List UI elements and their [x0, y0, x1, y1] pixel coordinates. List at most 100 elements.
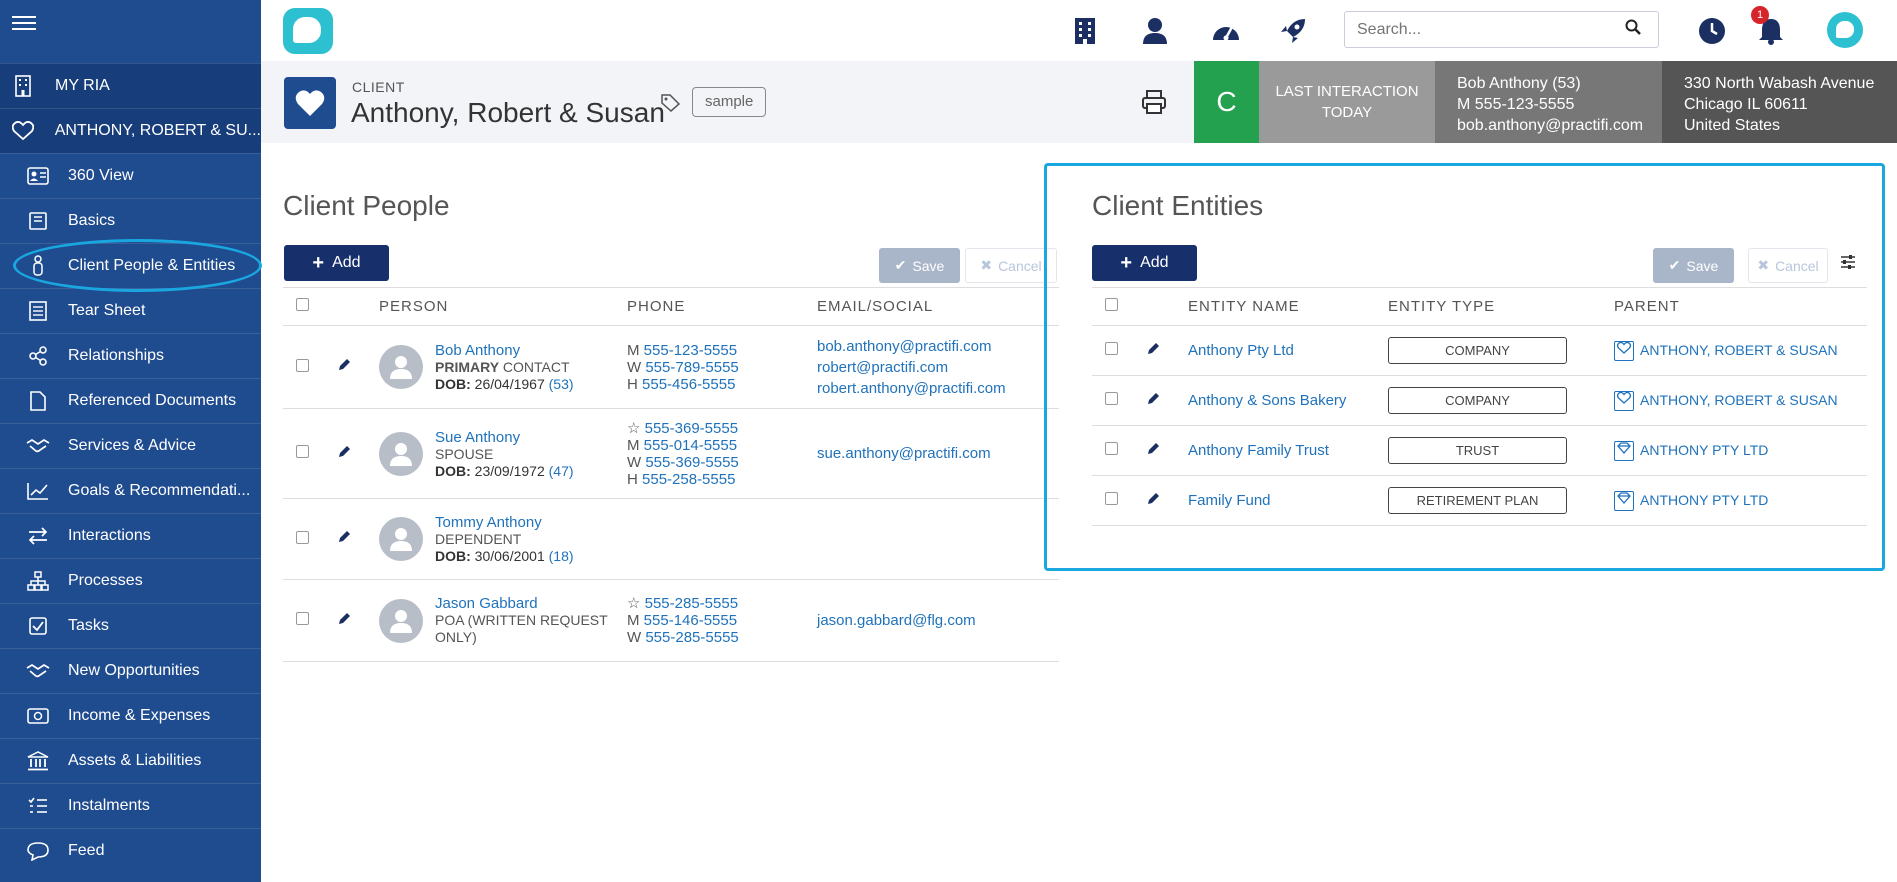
column-header[interactable]: PHONE	[627, 287, 817, 326]
add-person-button[interactable]: + Add	[284, 245, 389, 281]
tag-icon[interactable]	[661, 94, 681, 117]
phone-number[interactable]: 555-369-5555	[645, 420, 738, 437]
settings-sliders-icon[interactable]	[1840, 254, 1856, 275]
contact-phone[interactable]: M 555-123-5555	[1457, 94, 1662, 115]
email-link[interactable]: sue.anthony@practifi.com	[817, 443, 1059, 464]
row-checkbox[interactable]	[296, 530, 309, 544]
sidebar-item-relationships[interactable]: Relationships	[0, 333, 261, 378]
select-all-checkbox[interactable]	[296, 298, 309, 311]
edit-pencil-icon[interactable]	[1146, 442, 1160, 460]
person-name-link[interactable]: Sue Anthony	[435, 429, 615, 446]
phone-number[interactable]: 555-285-5555	[645, 629, 738, 646]
phone-number[interactable]: 555-369-5555	[645, 454, 738, 471]
print-icon[interactable]	[1141, 89, 1167, 120]
save-button[interactable]: ✔ Save	[1653, 248, 1734, 283]
table-row[interactable]: Jason Gabbard POA (WRITTEN REQUEST ONLY)…	[283, 579, 1059, 662]
phone-number[interactable]: 555-258-5555	[642, 471, 735, 488]
edit-pencil-icon[interactable]	[337, 445, 351, 463]
primary-contact: Bob Anthony (53) M 555-123-5555 bob.anth…	[1435, 61, 1662, 143]
column-header[interactable]: EMAIL/SOCIAL	[817, 287, 1059, 326]
edit-pencil-icon[interactable]	[1146, 392, 1160, 410]
edit-pencil-icon[interactable]	[337, 612, 351, 630]
row-checkbox[interactable]	[1105, 392, 1118, 405]
sidebar-item-tasks[interactable]: Tasks	[0, 603, 261, 648]
sidebar-item-my-ria[interactable]: MY RIA	[0, 63, 261, 108]
sidebar-item-tear-sheet[interactable]: Tear Sheet	[0, 288, 261, 333]
table-row[interactable]: Sue Anthony SPOUSE DOB: 23/09/1972 (47) …	[283, 408, 1059, 499]
sidebar-item-services-advice[interactable]: Services & Advice	[0, 423, 261, 468]
sidebar-item-referenced-documents[interactable]: Referenced Documents	[0, 378, 261, 423]
app-logo[interactable]	[283, 8, 333, 54]
column-header[interactable]: ENTITY TYPE	[1388, 287, 1614, 326]
user-avatar[interactable]	[1827, 12, 1863, 48]
sidebar-item-new-opportunities[interactable]: New Opportunities	[0, 648, 261, 693]
person-name-link[interactable]: Bob Anthony	[435, 342, 615, 359]
person-name-link[interactable]: Jason Gabbard	[435, 595, 615, 612]
person-name-link[interactable]: Tommy Anthony	[435, 514, 615, 531]
search-box[interactable]	[1344, 11, 1659, 48]
phone-number[interactable]: 555-123-5555	[644, 342, 737, 359]
parent-link[interactable]: ANTHONY, ROBERT & SUSAN	[1640, 391, 1838, 407]
sidebar-item-income-expenses[interactable]: Income & Expenses	[0, 693, 261, 738]
sidebar-item-360-view[interactable]: 360 View	[0, 153, 261, 198]
rocket-icon[interactable]	[1276, 14, 1310, 48]
table-row[interactable]: Anthony Pty Ltd COMPANY ANTHONY, ROBERT …	[1092, 325, 1867, 376]
sidebar-item-goals-recommendati[interactable]: Goals & Recommendati...	[0, 468, 261, 513]
sidebar-item-anthony-robert-su[interactable]: ANTHONY, ROBERT & SU...	[0, 108, 261, 153]
contact-email[interactable]: bob.anthony@practifi.com	[1457, 115, 1662, 136]
phone-number[interactable]: 555-285-5555	[645, 595, 738, 612]
entity-name-link[interactable]: Anthony Family Trust	[1188, 425, 1388, 476]
edit-pencil-icon[interactable]	[1146, 342, 1160, 360]
select-all-checkbox[interactable]	[1105, 298, 1118, 311]
dashboard-icon[interactable]	[1209, 14, 1243, 48]
add-entity-button[interactable]: + Add	[1092, 245, 1197, 281]
save-button[interactable]: ✔ Save	[879, 248, 960, 283]
parent-link[interactable]: ANTHONY PTY LTD	[1640, 491, 1768, 507]
edit-pencil-icon[interactable]	[337, 531, 351, 548]
column-header[interactable]: ENTITY NAME	[1188, 287, 1388, 326]
email-link[interactable]: robert@practifi.com	[817, 357, 1059, 378]
email-link[interactable]: bob.anthony@practifi.com	[817, 336, 1059, 357]
phone-number[interactable]: 555-456-5555	[642, 376, 735, 393]
row-checkbox[interactable]	[296, 612, 309, 625]
table-row[interactable]: Anthony Family Trust TRUST ANTHONY PTY L…	[1092, 425, 1867, 476]
user-icon[interactable]	[1138, 14, 1172, 48]
phone-number[interactable]: 555-146-5555	[644, 612, 737, 629]
search-input[interactable]	[1345, 20, 1625, 39]
parent-link[interactable]: ANTHONY PTY LTD	[1640, 441, 1768, 457]
sidebar-item-processes[interactable]: Processes	[0, 558, 261, 603]
menu-icon[interactable]	[12, 12, 36, 36]
entity-name-link[interactable]: Family Fund	[1188, 475, 1388, 526]
entity-name-link[interactable]: Anthony Pty Ltd	[1188, 325, 1388, 376]
sidebar-item-feed[interactable]: Feed	[0, 828, 261, 873]
sidebar-item-assets-liabilities[interactable]: Assets & Liabilities	[0, 738, 261, 783]
table-row[interactable]: Tommy Anthony DEPENDENT DOB: 30/06/2001 …	[283, 498, 1059, 580]
email-link[interactable]: jason.gabbard@flg.com	[817, 610, 1059, 631]
row-checkbox[interactable]	[1105, 442, 1118, 455]
entity-name-link[interactable]: Anthony & Sons Bakery	[1188, 375, 1388, 426]
table-row[interactable]: Anthony & Sons Bakery COMPANY ANTHONY, R…	[1092, 375, 1867, 426]
contact-name[interactable]: Bob Anthony (53)	[1457, 73, 1662, 94]
sidebar-item-basics[interactable]: Basics	[0, 198, 261, 243]
edit-pencil-icon[interactable]	[1146, 492, 1160, 510]
row-checkbox[interactable]	[1105, 342, 1118, 355]
column-header[interactable]: PERSON	[379, 287, 627, 326]
row-checkbox[interactable]	[296, 358, 309, 372]
edit-pencil-icon[interactable]	[337, 359, 351, 376]
sidebar-item-instalments[interactable]: Instalments	[0, 783, 261, 828]
table-row[interactable]: Bob Anthony PRIMARY CONTACT DOB: 26/04/1…	[283, 325, 1059, 409]
column-header[interactable]: PARENT	[1614, 287, 1867, 326]
phone-number[interactable]: 555-789-5555	[645, 359, 738, 376]
phone-number[interactable]: 555-014-5555	[644, 437, 737, 454]
parent-link[interactable]: ANTHONY, ROBERT & SUSAN	[1640, 341, 1838, 357]
building-icon[interactable]	[1068, 14, 1102, 48]
cancel-button[interactable]: ✖ Cancel	[1748, 248, 1828, 283]
row-checkbox[interactable]	[1105, 492, 1118, 505]
search-icon[interactable]	[1625, 19, 1641, 40]
table-row[interactable]: Family Fund RETIREMENT PLAN ANTHONY PTY …	[1092, 475, 1867, 526]
clock-icon[interactable]	[1695, 14, 1729, 48]
tag-badge[interactable]: sample	[692, 87, 767, 117]
sidebar-item-interactions[interactable]: Interactions	[0, 513, 261, 558]
email-link[interactable]: robert.anthony@practifi.com	[817, 378, 1059, 399]
row-checkbox[interactable]	[296, 445, 309, 458]
